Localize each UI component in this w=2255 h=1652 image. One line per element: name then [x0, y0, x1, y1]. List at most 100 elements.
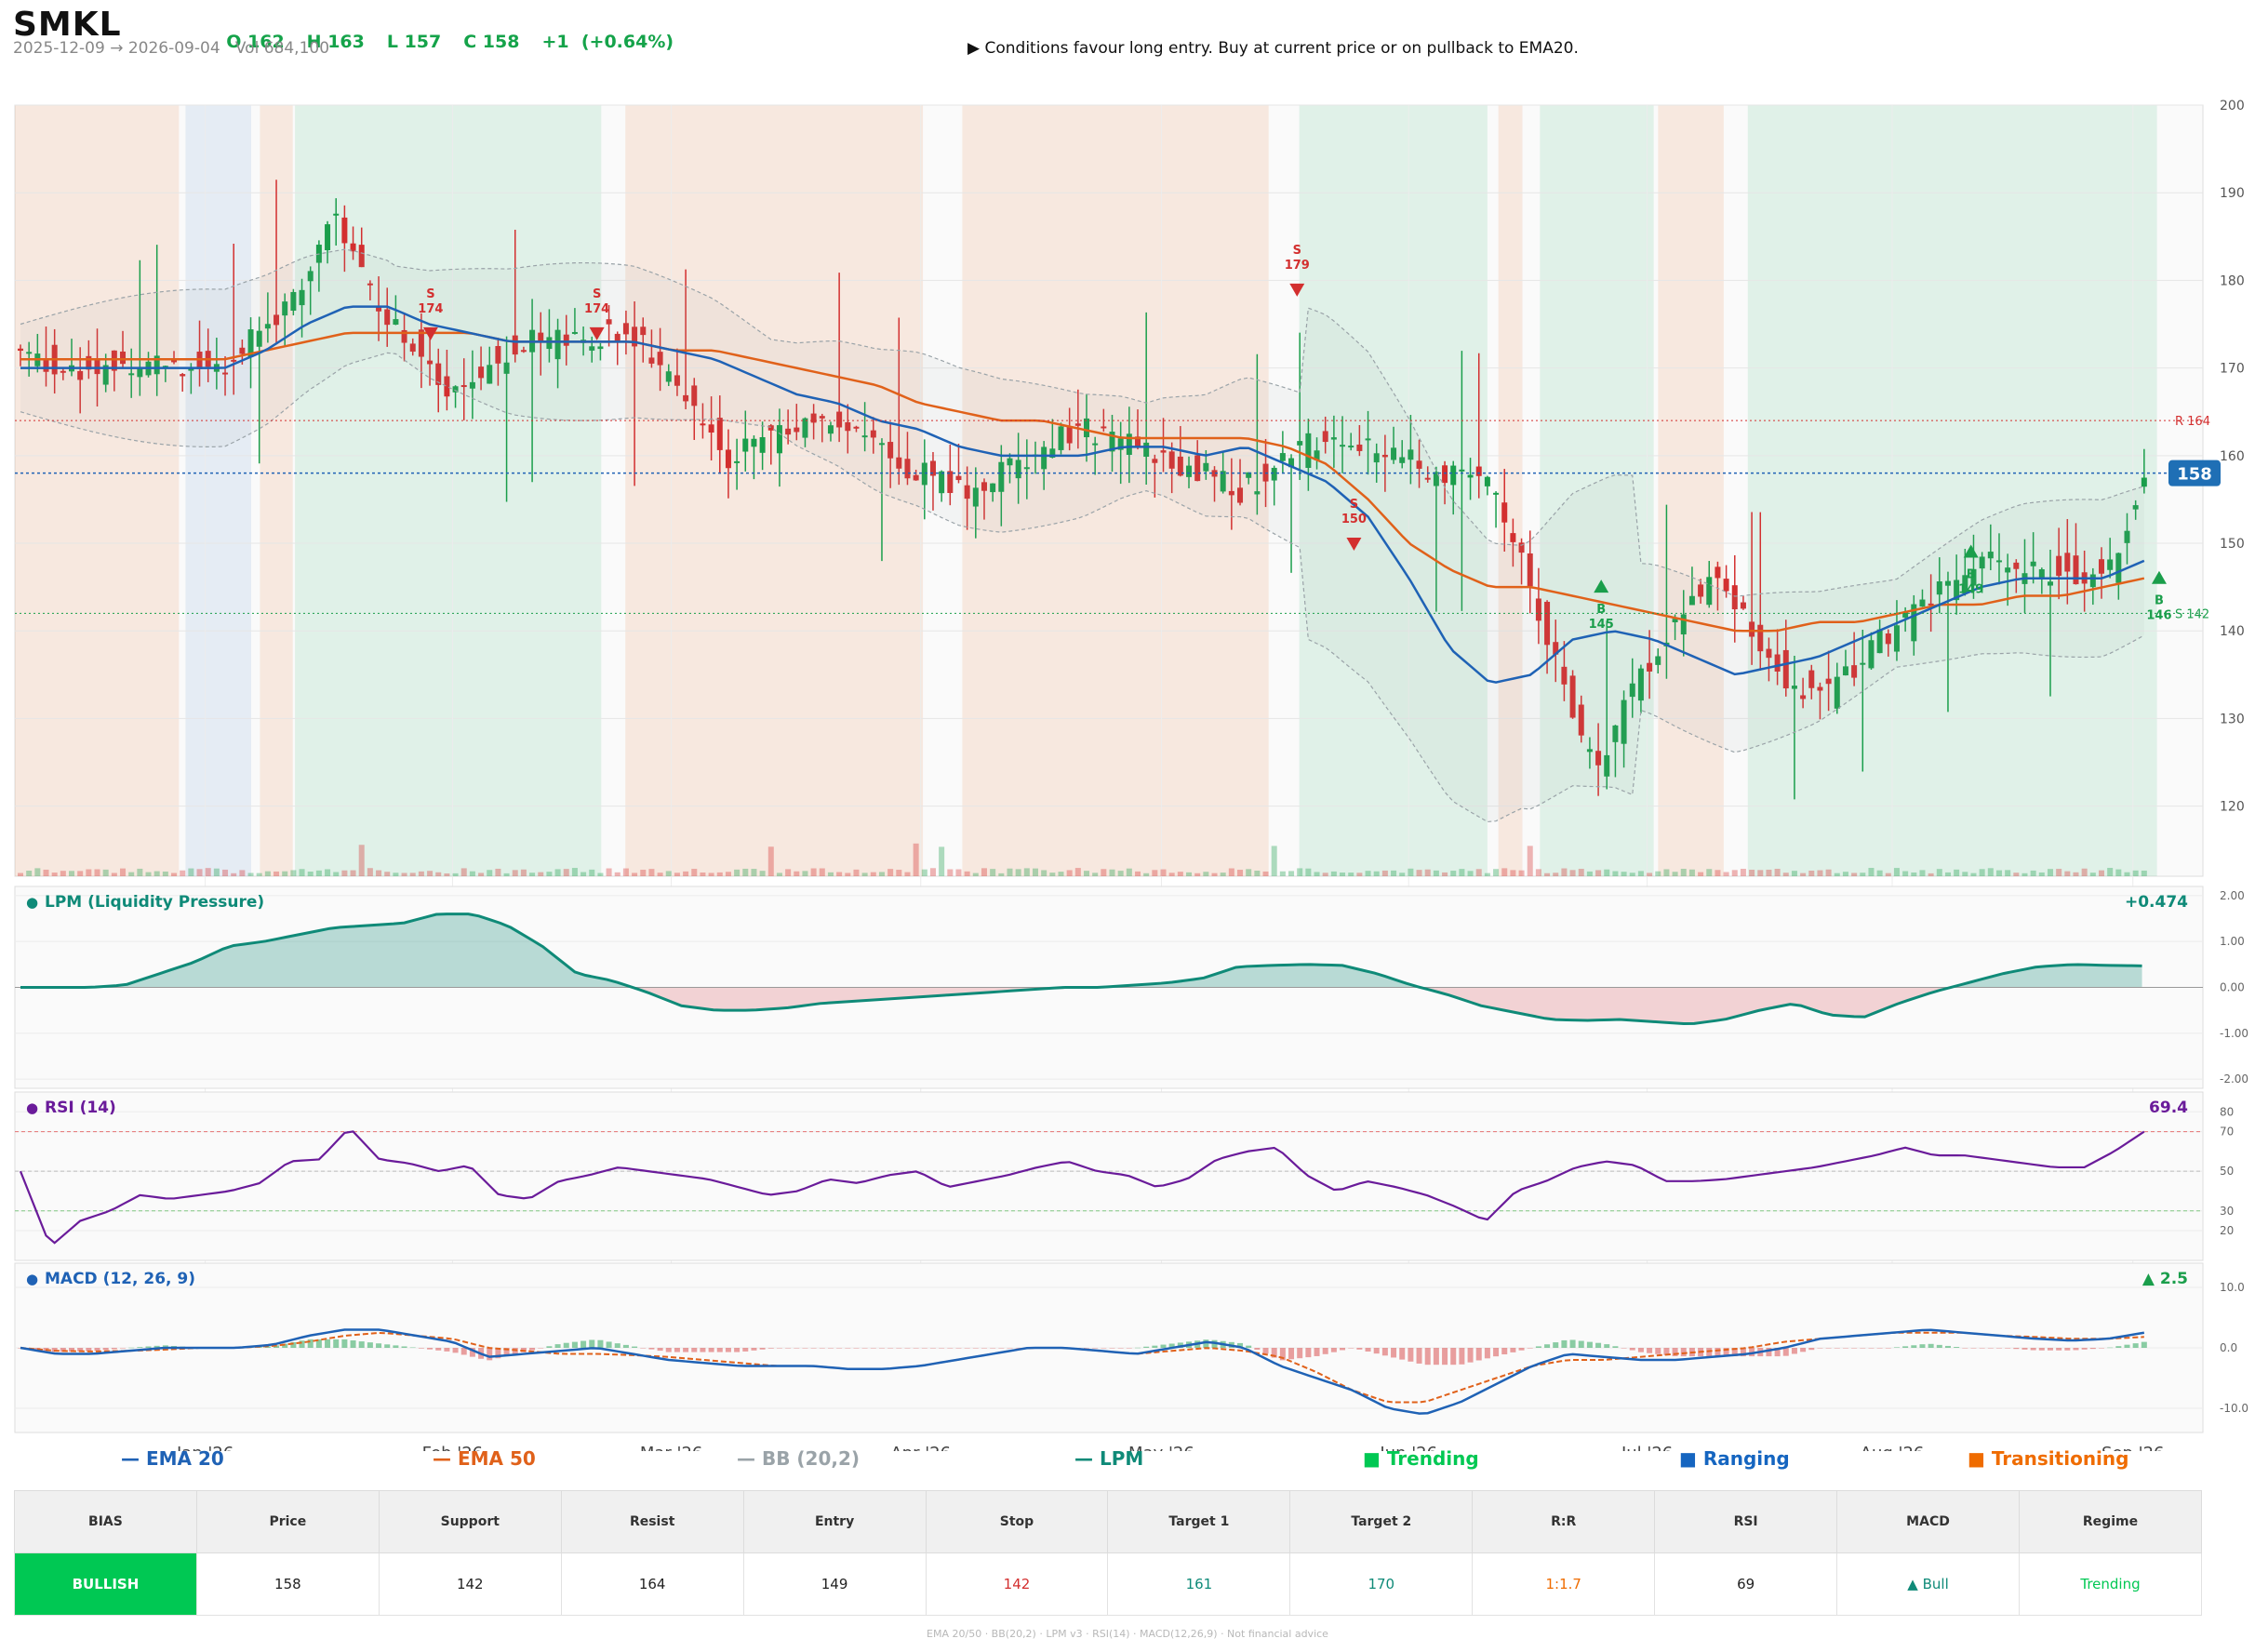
- volume-bar: [870, 872, 876, 876]
- macd-histogram-bar: [1936, 1344, 1942, 1348]
- macd-histogram-bar: [913, 1348, 919, 1349]
- macd-histogram-bar: [563, 1342, 569, 1348]
- macd-histogram-bar: [444, 1348, 450, 1352]
- macd-histogram-bar: [1475, 1348, 1482, 1361]
- macd-histogram-bar: [2073, 1348, 2079, 1351]
- candle-body: [725, 449, 731, 469]
- macd-histogram-bar: [640, 1348, 647, 1349]
- macd-histogram-bar: [1117, 1348, 1124, 1349]
- macd-histogram-bar: [1715, 1348, 1721, 1357]
- macd-histogram-bar: [487, 1348, 493, 1361]
- volume-bar: [34, 868, 41, 876]
- volume-bar: [1254, 871, 1261, 876]
- volume-bar: [1706, 869, 1713, 876]
- volume-bar: [2073, 872, 2079, 876]
- macd-histogram-bar: [401, 1346, 407, 1348]
- price-tick-label: 160: [2220, 449, 2245, 464]
- volume-bar: [1655, 871, 1661, 876]
- volume-bar: [26, 871, 33, 876]
- macd-histogram-bar: [904, 1348, 911, 1349]
- rsi-tick-label: 50: [2220, 1165, 2234, 1178]
- macd-histogram-bar: [1586, 1341, 1593, 1348]
- volume-bar: [2013, 873, 2020, 876]
- macd-histogram-bar: [1911, 1345, 1917, 1348]
- volume-bar: [2132, 870, 2139, 876]
- macd-histogram-bar: [1391, 1348, 1397, 1358]
- macd-histogram-bar: [2056, 1348, 2062, 1351]
- volume-bar: [1381, 870, 1388, 876]
- macd-histogram-bar: [887, 1348, 894, 1349]
- volume-bar: [1970, 873, 1977, 876]
- macd-histogram-bar: [1510, 1348, 1516, 1352]
- volume-bar: [1041, 870, 1047, 876]
- volume-bar: [60, 871, 66, 876]
- macd-histogram-bar: [1544, 1344, 1551, 1348]
- macd-histogram-bar: [1902, 1346, 1909, 1348]
- macd-histogram-bar: [1629, 1348, 1635, 1351]
- volume-bar: [102, 869, 109, 876]
- signal-price-label: 174: [584, 302, 609, 316]
- volume-bar: [990, 869, 996, 876]
- macd-histogram-bar: [802, 1348, 808, 1349]
- macd-histogram-bar: [1612, 1346, 1619, 1348]
- macd-current-value: ▲ 2.5: [2142, 1270, 2188, 1288]
- macd-histogram-bar: [1373, 1348, 1380, 1354]
- macd-histogram-bar: [2107, 1347, 2114, 1349]
- candle-body: [341, 217, 348, 244]
- macd-histogram-bar: [571, 1341, 578, 1348]
- volume-bar: [1586, 871, 1593, 876]
- rsi-panel-title: RSI (14): [45, 1099, 116, 1117]
- price-tick-label: 150: [2220, 537, 2245, 552]
- macd-histogram-bar: [102, 1348, 109, 1351]
- volume-bar: [538, 872, 544, 876]
- lpm-current-value: +0.474: [2125, 893, 2188, 912]
- volume-bar: [1066, 870, 1073, 876]
- regime-band: [1747, 105, 2157, 876]
- macd-histogram-bar: [990, 1348, 996, 1349]
- volume-bar: [1322, 873, 1328, 876]
- legend-item: — LPM: [1074, 1447, 1143, 1470]
- volume-bar: [1186, 872, 1193, 876]
- macd-histogram-bar: [1569, 1339, 1576, 1348]
- macd-histogram-bar: [427, 1348, 434, 1350]
- lpm-dot-icon: ●: [26, 894, 38, 911]
- summary-header-cell: MACD: [1836, 1490, 2020, 1553]
- volume-bar: [1782, 873, 1789, 876]
- lpm-tick-label: -2.00: [2220, 1072, 2248, 1086]
- summary-value-cell: 164: [560, 1552, 744, 1616]
- macd-tick-label: 10.0: [2220, 1281, 2245, 1294]
- legend-label: Ranging: [1702, 1447, 1790, 1470]
- signal-price-label: 149: [1958, 582, 1983, 596]
- volume-bar: [1825, 869, 1832, 876]
- volume-bar: [836, 872, 843, 876]
- chart-canvas[interactable]: 120 130 140 150 160 170 180 190 200 R 164 S 142 158…: [0, 0, 2255, 1451]
- volume-bar: [580, 872, 587, 876]
- signal-price-label: 174: [418, 302, 443, 316]
- macd-histogram-bar: [2132, 1343, 2139, 1348]
- macd-histogram-bar: [836, 1348, 843, 1349]
- square-icon: ■: [1679, 1447, 1703, 1470]
- volume-bar: [1578, 869, 1584, 876]
- volume-bar: [1893, 868, 1900, 876]
- legend-item: ■ Trending: [1363, 1447, 1479, 1470]
- volume-bar: [2047, 869, 2053, 876]
- volume-bar: [2089, 873, 2096, 876]
- volume-bar: [1279, 871, 1286, 876]
- macd-histogram-bar: [1288, 1348, 1295, 1360]
- volume-bar: [708, 873, 714, 876]
- volume-bar: [2115, 869, 2122, 876]
- macd-histogram-bar: [1962, 1348, 1968, 1349]
- macd-histogram-bar: [120, 1348, 127, 1349]
- macd-histogram-bar: [2089, 1348, 2096, 1350]
- volume-bar: [1774, 869, 1781, 876]
- macd-histogram-bar: [2030, 1348, 2036, 1351]
- volume-bar: [282, 871, 288, 876]
- macd-histogram-bar: [861, 1348, 868, 1349]
- macd-histogram-bar: [622, 1344, 629, 1348]
- legend-label: EMA 20: [145, 1447, 224, 1470]
- volume-bar: [1817, 870, 1823, 876]
- volume-bar: [435, 872, 442, 876]
- legend-label: EMA 50: [457, 1447, 536, 1470]
- macd-histogram-bar: [955, 1348, 962, 1349]
- candle-body: [325, 224, 331, 250]
